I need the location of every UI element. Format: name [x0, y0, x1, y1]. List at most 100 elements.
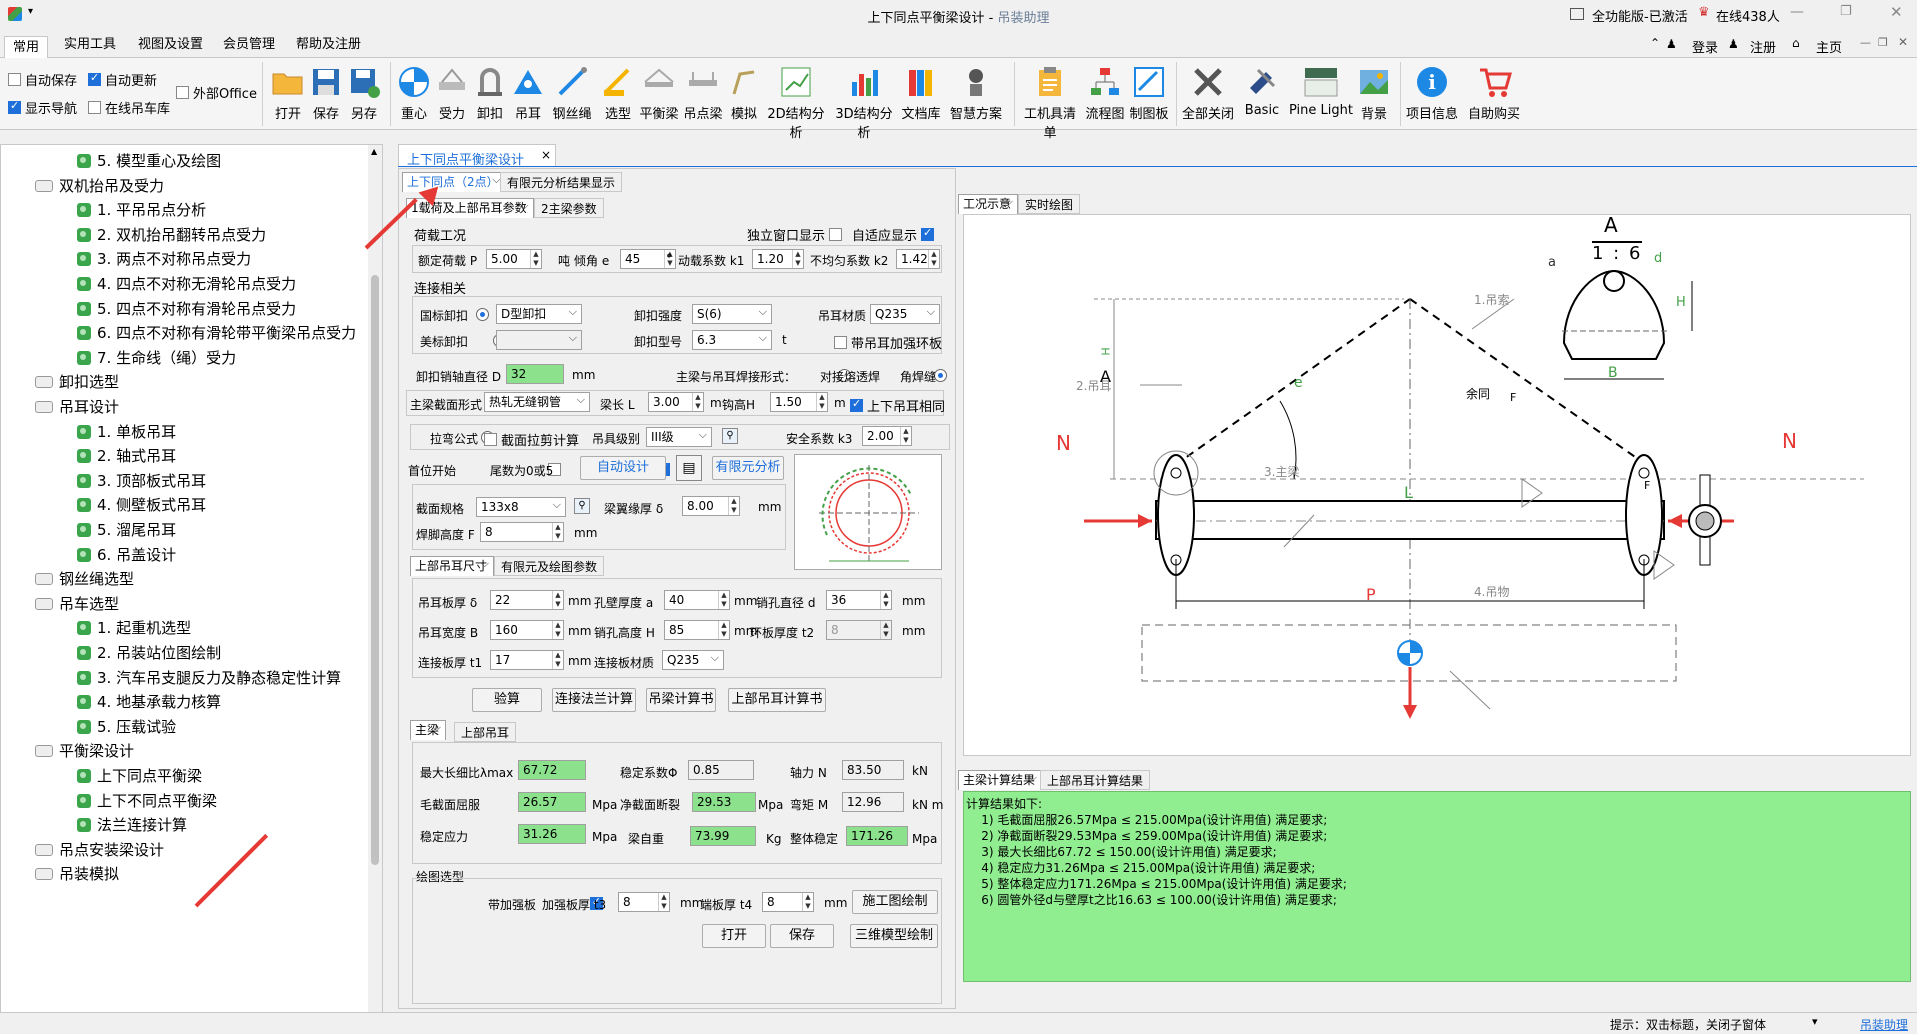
hook-height-input[interactable]: 1.50 ▲ ▼	[770, 392, 828, 412]
pin-diameter-input[interactable]: 32	[506, 364, 564, 384]
open-file-button[interactable]: 打开	[702, 924, 766, 948]
2d-analysis-button[interactable]: 2D结构分析	[764, 60, 828, 141]
tree-item[interactable]: 吊装模拟	[35, 862, 119, 886]
tab-main-beam-result[interactable]: 主梁	[410, 719, 447, 740]
theme-basic-button[interactable]: Basic	[1240, 60, 1284, 118]
tree-item[interactable]: 4. 地基承载力核算	[77, 690, 221, 714]
tree-item[interactable]: 6. 四点不对称有滑轮带平衡梁吊点受力	[77, 321, 356, 345]
pin-hole-input[interactable]: 36 ▲ ▼	[826, 590, 892, 610]
3d-analysis-button[interactable]: 3D结构分析	[832, 60, 896, 141]
lifting-point-beam-button[interactable]: 吊点梁	[682, 60, 724, 122]
section-spec-select[interactable]: 133x8	[476, 496, 566, 517]
tree-item[interactable]: 上下同点平衡梁	[77, 764, 202, 788]
tab-beam-params[interactable]: 2主梁参数	[534, 198, 604, 218]
rigging-grade-select[interactable]: III级	[646, 426, 712, 447]
shackle-button[interactable]: 卸扣	[472, 60, 508, 122]
tree-item[interactable]: 3. 顶部板式吊耳	[77, 469, 206, 493]
same-lugs-checkbox[interactable]: 上下吊耳相同	[850, 396, 945, 415]
auto-save-checkbox[interactable]: 自动保存	[8, 70, 77, 89]
minimize-button[interactable]: —	[1790, 4, 1804, 20]
scroll-thumb[interactable]	[371, 275, 379, 865]
tree-item[interactable]: 5. 四点不对称有滑轮吊点受力	[77, 297, 296, 321]
online-crane-db-checkbox[interactable]: 在线吊车库	[88, 98, 170, 117]
scroll-up-icon[interactable]: ▲	[371, 147, 377, 156]
background-button[interactable]: 背景	[1356, 60, 1392, 122]
self-purchase-button[interactable]: 自助购买	[1466, 60, 1522, 122]
rated-load-input[interactable]: 5.00 ▲ ▼	[486, 249, 542, 269]
maximize-button[interactable]: ❐	[1840, 4, 1852, 19]
close-all-button[interactable]: 全部关闭	[1180, 60, 1236, 122]
tree-item[interactable]: 上下不同点平衡梁	[77, 789, 217, 813]
beam-report-button[interactable]: 吊梁计算书	[646, 688, 716, 712]
shackle-model-select[interactable]: 6.3	[692, 329, 772, 350]
tree-item[interactable]: 1. 起重机选型	[77, 616, 191, 640]
tab-live-drawing[interactable]: 实时绘图	[1018, 194, 1081, 214]
weld-leg-input[interactable]: 8 ▲ ▼	[480, 522, 564, 542]
tree-item[interactable]: 2. 双机抬吊翻转吊点受力	[77, 223, 266, 247]
tree-item[interactable]: 3. 两点不对称吊点受力	[77, 247, 251, 271]
simulation-button[interactable]: 模拟	[726, 60, 762, 122]
auto-design-button[interactable]: 自动设计	[580, 456, 666, 480]
construction-drawing-button[interactable]: 施工图绘制	[852, 890, 938, 914]
tree-item[interactable]: 3. 汽车吊支腿反力及静态稳定性计算	[77, 666, 341, 690]
project-info-button[interactable]: i 项目信息	[1404, 60, 1460, 122]
menu-member[interactable]: 会员管理	[215, 34, 283, 56]
shackle-type-select[interactable]: D型卸扣	[496, 303, 582, 324]
center-of-gravity-button[interactable]: 重心	[396, 60, 432, 122]
save-button[interactable]: 保存	[308, 60, 344, 122]
tab-condition-diagram[interactable]: 工况示意	[958, 193, 1019, 214]
tree-item[interactable]: 卸扣选型	[35, 370, 119, 394]
tab-lug-result[interactable]: 上部吊耳	[454, 722, 517, 742]
national-shackle-radio[interactable]	[476, 308, 489, 321]
tab-lug-calc-result[interactable]: 上部吊耳计算结果	[1040, 770, 1151, 790]
tree-item[interactable]: 吊耳设计	[35, 395, 119, 419]
window-minimize-icon[interactable]: —	[1860, 36, 1871, 49]
lug-width-input[interactable]: 160 ▲ ▼	[490, 620, 564, 640]
safety-factor-input[interactable]: 2.00 ▲ ▼	[862, 426, 912, 446]
hole-wall-input[interactable]: 40 ▲ ▼	[664, 590, 730, 610]
collapse-ribbon-icon[interactable]: ⌃	[1650, 36, 1660, 50]
tree-item[interactable]: 吊车选型	[35, 592, 119, 616]
show-nav-checkbox[interactable]: 显示导航	[8, 98, 77, 117]
tree-item[interactable]: 4. 四点不对称无滑轮吊点受力	[77, 272, 296, 296]
verify-button[interactable]: 验算	[472, 688, 542, 712]
tab-same-point[interactable]: 上下同点（2点）	[402, 171, 506, 192]
drawing-board-button[interactable]: 制图板	[1128, 60, 1170, 122]
independent-window-checkbox[interactable]: 独立窗口显示	[747, 225, 843, 244]
tree-item[interactable]: 双机抬吊及受力	[35, 174, 164, 198]
menu-tools[interactable]: 实用工具	[56, 34, 124, 56]
lug-material-select[interactable]: Q235	[870, 303, 940, 324]
connect-plate-input[interactable]: 17 ▲ ▼	[490, 650, 564, 670]
tree-item[interactable]: 1. 平吊吊点分析	[77, 198, 206, 222]
plate-material-select[interactable]: Q235	[662, 649, 724, 670]
tree-item[interactable]: 平衡梁设计	[35, 739, 134, 763]
tab-load-params[interactable]: 1载荷及上部吊耳参数	[406, 197, 534, 218]
section-type-select[interactable]: 热轧无缝钢管	[484, 391, 590, 412]
tab-beam-calc-result[interactable]: 主梁计算结果	[958, 769, 1043, 790]
tree-item[interactable]: 2. 吊装站位图绘制	[77, 641, 221, 665]
end-plate-input[interactable]: 8 ▲ ▼	[762, 892, 814, 912]
shear-calc-checkbox[interactable]: 截面拉剪计算	[484, 430, 579, 449]
tree-scrollbar[interactable]: ▲ ▼	[368, 145, 382, 1027]
tree-item[interactable]: 2. 轴式吊耳	[77, 444, 176, 468]
tab-fea-drawing-params[interactable]: 有限元及绘图参数	[494, 556, 605, 576]
3d-model-button[interactable]: 三维模型绘制	[850, 924, 938, 948]
force-button[interactable]: 受力	[434, 60, 470, 122]
tree-item[interactable]: 5. 压载试验	[77, 715, 176, 739]
lifting-lug-button[interactable]: 吊耳	[510, 60, 546, 122]
shackle-strength-select[interactable]: S(6)	[692, 303, 772, 324]
tree-item[interactable]: 钢丝绳选型	[35, 567, 134, 591]
tree-item[interactable]: 5. 模型重心及绘图	[77, 149, 221, 173]
grade-info-icon[interactable]: ⚲	[722, 428, 738, 444]
flowchart-button[interactable]: 流程图	[1084, 60, 1126, 122]
tree-item[interactable]: 法兰连接计算	[77, 813, 187, 837]
balance-beam-button[interactable]: 平衡梁	[638, 60, 680, 122]
tool-list-button[interactable]: 工机具清单	[1020, 60, 1080, 141]
document-library-button[interactable]: 文档库	[900, 60, 942, 122]
close-button[interactable]: ✕	[1890, 3, 1903, 21]
register-link[interactable]: 注册	[1750, 37, 1776, 56]
document-tab[interactable]: 上下同点平衡梁设计 ×	[398, 144, 556, 168]
tree-item[interactable]: 6. 吊盖设计	[77, 543, 176, 567]
status-app-link[interactable]: 吊装助理	[1860, 1016, 1908, 1033]
adaptive-display-checkbox[interactable]: 自适应显示	[852, 225, 935, 244]
